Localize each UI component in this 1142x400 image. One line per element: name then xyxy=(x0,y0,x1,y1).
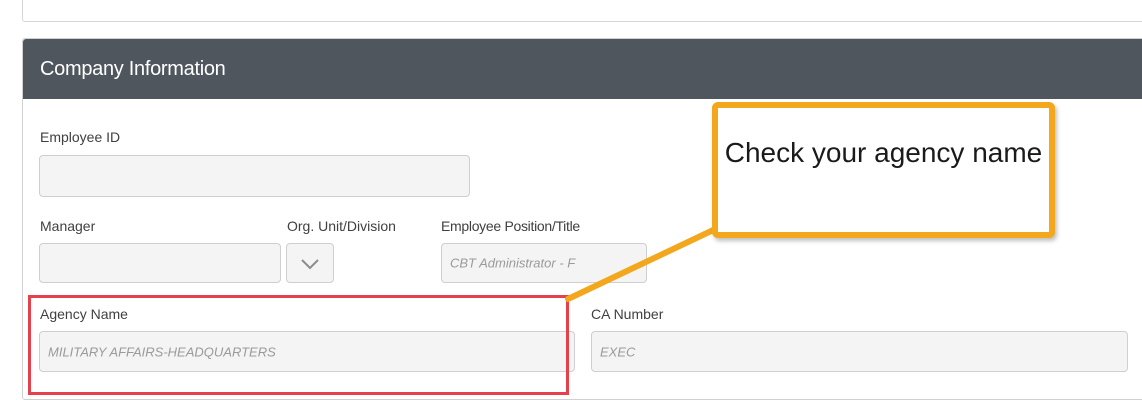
ca-number-field[interactable]: EXEC xyxy=(591,331,1128,372)
org-unit-label: Org. Unit/Division xyxy=(287,218,396,234)
position-title-field[interactable]: CBT Administrator - F xyxy=(441,243,647,283)
callout-text: Check your agency name xyxy=(724,137,1043,168)
org-unit-select[interactable] xyxy=(286,243,334,283)
manager-label: Manager xyxy=(40,218,96,234)
previous-section-card xyxy=(22,0,1142,22)
panel-header: Company Information xyxy=(23,39,1142,99)
employee-id-field[interactable] xyxy=(39,155,470,197)
panel-title: Company Information xyxy=(40,58,226,80)
manager-field[interactable] xyxy=(39,243,281,283)
agency-name-highlight xyxy=(28,295,569,395)
position-title-value: CBT Administrator - F xyxy=(450,255,576,271)
ca-number-value: EXEC xyxy=(600,344,636,359)
position-title-label: Employee Position/Title xyxy=(441,218,580,234)
callout-box: Check your agency name xyxy=(712,102,1055,238)
ca-number-label: CA Number xyxy=(591,306,664,322)
chevron-down-icon xyxy=(301,259,319,270)
employee-id-label: Employee ID xyxy=(40,129,121,145)
